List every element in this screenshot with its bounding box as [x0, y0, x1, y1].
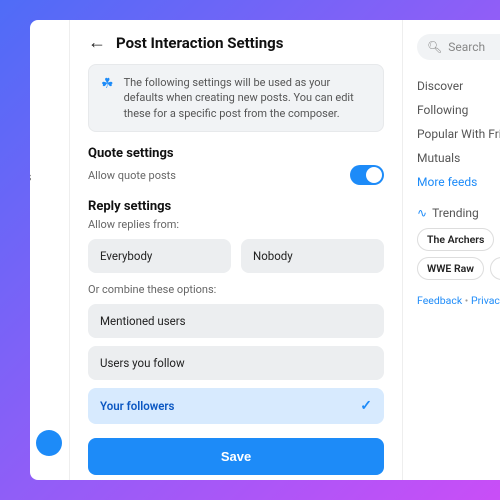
- reply-mentioned-option[interactable]: Mentioned users: [88, 304, 384, 338]
- quote-toggle-row: Allow quote posts: [88, 165, 384, 185]
- trending-icon: ∿: [417, 206, 427, 220]
- trending-label: Trending: [432, 206, 479, 220]
- page-header: ← Post Interaction Settings: [88, 34, 384, 52]
- reply-or-text: Or combine these options:: [88, 283, 384, 296]
- info-banner: ☘ The following settings will be used as…: [88, 64, 384, 132]
- reply-allow-label: Allow replies from:: [88, 218, 384, 231]
- quote-toggle[interactable]: [350, 165, 384, 185]
- reply-following-option[interactable]: Users you follow: [88, 346, 384, 380]
- info-icon: ☘: [101, 75, 114, 121]
- page-title: Post Interaction Settings: [116, 34, 283, 52]
- footer-links: Feedback • Privacy •: [417, 294, 500, 307]
- search-icon: 🔍︎: [427, 40, 442, 54]
- right-sidebar: 🔍︎ Search Discover Following Popular Wit…: [402, 20, 500, 480]
- compose-button[interactable]: [36, 430, 62, 456]
- feed-following[interactable]: Following: [417, 98, 500, 122]
- search-placeholder: Search: [448, 40, 485, 54]
- trending-pill[interactable]: The Archers: [417, 228, 494, 251]
- feed-discover[interactable]: Discover: [417, 74, 500, 98]
- feed-mutuals[interactable]: Mutuals: [417, 146, 500, 170]
- reply-everybody-option[interactable]: Everybody: [88, 239, 231, 273]
- feeds-list: Discover Following Popular With Friends …: [417, 74, 500, 194]
- quote-section-title: Quote settings: [88, 146, 384, 161]
- feed-more[interactable]: More feeds: [417, 170, 500, 194]
- reply-following-label: Users you follow: [100, 356, 185, 370]
- trending-pill[interactable]: WWE Raw: [417, 257, 484, 280]
- trending-header: ∿ Trending: [417, 206, 500, 220]
- back-arrow-icon[interactable]: ←: [88, 34, 106, 52]
- left-nav-fragment: ons: [30, 20, 70, 480]
- check-icon: ✓: [360, 398, 372, 414]
- nav-text-fragment: ons: [30, 170, 31, 185]
- reply-mentioned-label: Mentioned users: [100, 314, 186, 328]
- search-input[interactable]: 🔍︎ Search: [417, 34, 500, 60]
- reply-followers-option[interactable]: Your followers ✓: [88, 388, 384, 424]
- trending-row-2: WWE Raw Prote: [417, 257, 500, 280]
- app-window: ons ← Post Interaction Settings ☘ The fo…: [30, 20, 500, 480]
- quote-allow-label: Allow quote posts: [88, 169, 176, 182]
- info-text: The following settings will be used as y…: [124, 75, 371, 121]
- trending-pill[interactable]: Prote: [490, 257, 500, 280]
- footer-feedback[interactable]: Feedback: [417, 294, 462, 307]
- reply-nobody-option[interactable]: Nobody: [241, 239, 384, 273]
- main-panel: ← Post Interaction Settings ☘ The follow…: [70, 20, 402, 480]
- reply-section-title: Reply settings: [88, 199, 384, 214]
- save-button[interactable]: Save: [88, 438, 384, 475]
- reply-followers-label: Your followers: [100, 399, 174, 413]
- footer-privacy[interactable]: Privacy: [471, 294, 500, 307]
- feed-popular[interactable]: Popular With Friends: [417, 122, 500, 146]
- reply-mode-row: Everybody Nobody: [88, 239, 384, 273]
- trending-row-1: The Archers Rul: [417, 228, 500, 251]
